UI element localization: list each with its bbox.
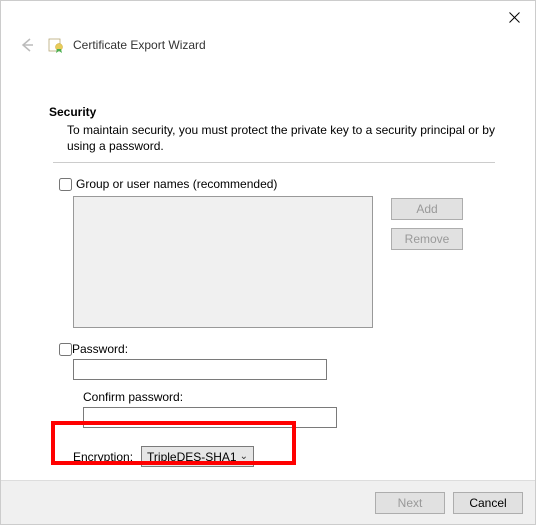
cancel-button[interactable]: Cancel (453, 492, 523, 514)
groups-checkbox[interactable] (59, 178, 72, 191)
password-checkbox[interactable] (59, 343, 72, 356)
section-heading: Security (49, 105, 499, 119)
password-input[interactable] (73, 359, 327, 380)
divider (53, 162, 495, 163)
password-label: Password: (72, 342, 128, 356)
footer: Next Cancel (1, 480, 535, 524)
certificate-icon (47, 36, 65, 54)
section-description: To maintain security, you must protect t… (67, 122, 497, 154)
back-arrow-icon (17, 35, 37, 55)
close-button[interactable] (493, 3, 535, 31)
chevron-down-icon: ⌄ (240, 451, 248, 462)
confirm-password-input[interactable] (83, 407, 337, 428)
principals-listbox[interactable] (73, 196, 373, 328)
wizard-header: Certificate Export Wizard (1, 31, 535, 57)
encryption-value: TripleDES-SHA1 (147, 450, 237, 464)
back-button[interactable] (15, 33, 39, 57)
encryption-label: Encryption: (73, 450, 133, 464)
add-button[interactable]: Add (391, 198, 463, 220)
wizard-title: Certificate Export Wizard (73, 38, 206, 52)
groups-label: Group or user names (recommended) (76, 177, 277, 191)
encryption-dropdown[interactable]: TripleDES-SHA1 ⌄ (141, 446, 254, 467)
next-button[interactable]: Next (375, 492, 445, 514)
confirm-password-label: Confirm password: (83, 390, 499, 404)
close-icon (509, 12, 520, 23)
remove-button[interactable]: Remove (391, 228, 463, 250)
